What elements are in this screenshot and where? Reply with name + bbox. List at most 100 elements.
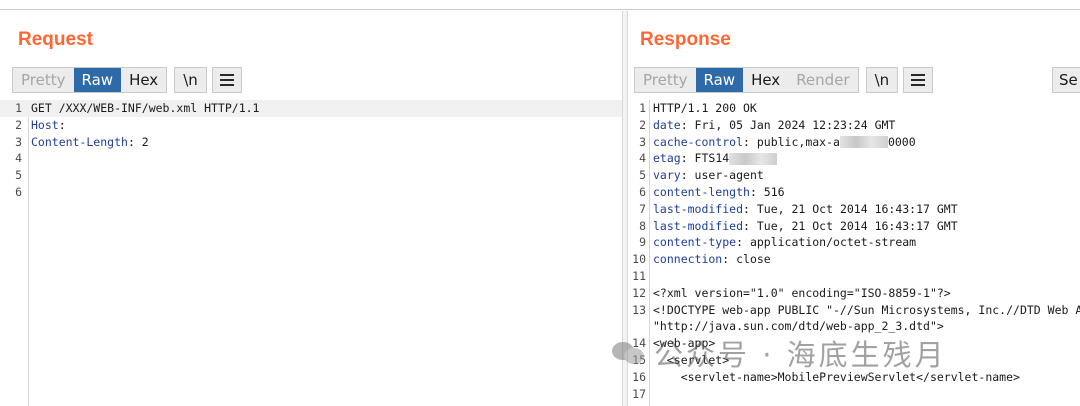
response-side-button[interactable]: Se: [1052, 67, 1080, 93]
header-name: last-modified: [653, 218, 744, 233]
line-number: 6: [15, 184, 22, 199]
request-panel: Request Pretty Raw Hex \n 1 GET /XXX/WEB-…: [0, 11, 622, 406]
header-name: cache-control: [653, 134, 744, 149]
code-line: 4 etag: FTS14: [628, 150, 1080, 167]
response-newline-button[interactable]: \n: [865, 67, 899, 93]
response-pretty-button[interactable]: Pretty: [635, 68, 696, 92]
line-content: content-type: application/octet-stream: [653, 234, 916, 251]
top-bar: [0, 0, 1080, 10]
redacted-region: [729, 152, 778, 165]
code-line: 5 vary: user-agent: [628, 167, 1080, 184]
line-number: 3: [639, 134, 646, 149]
code-line: 2 Host:: [0, 117, 622, 134]
header-name: content-length: [653, 184, 750, 199]
code-line: 3 cache-control: public,max-a 0000: [628, 134, 1080, 151]
response-render-button[interactable]: Render: [788, 68, 857, 92]
line-content: last-modified: Tue, 21 Oct 2014 16:43:17…: [653, 218, 958, 235]
redacted-region: [839, 136, 888, 149]
request-menu-icon[interactable]: [211, 67, 242, 93]
header-name: Host: [31, 117, 59, 132]
wechat-icon: [612, 338, 648, 368]
header-name: vary: [653, 168, 681, 183]
code-line: 13 <!DOCTYPE web-app PUBLIC "-//Sun Micro…: [628, 302, 1080, 319]
header-name: connection: [653, 252, 723, 267]
header-value: : user-agent: [680, 168, 764, 183]
header-value: : close: [722, 252, 771, 267]
code-line: 5: [0, 167, 622, 184]
line-number: 2: [639, 117, 646, 132]
header-value: : application/octet-stream: [736, 235, 917, 250]
header-name: last-modified: [653, 201, 744, 216]
request-raw-button[interactable]: Raw: [73, 68, 122, 92]
watermark: 公众号 · 海底生残月: [612, 330, 1052, 376]
request-newline-button[interactable]: \n: [174, 67, 207, 93]
header-name: etag: [653, 151, 681, 166]
code-line: 2 date: Fri, 05 Jan 2024 12:23:24 GMT: [628, 117, 1080, 134]
code-line: 12 <?xml version="1.0" encoding="ISO-8859…: [628, 285, 1080, 302]
header-value: <?xml version="1.0" encoding="ISO-8859-1…: [653, 285, 951, 300]
line-number: 6: [639, 184, 646, 199]
code-line: 8 last-modified: Tue, 21 Oct 2014 16:43:1…: [628, 218, 1080, 235]
header-value: HTTP/1.1 200 OK: [653, 101, 757, 115]
code-line: 7 last-modified: Tue, 21 Oct 2014 16:43:1…: [628, 201, 1080, 218]
code-line: 3 Content-Length: 2: [0, 134, 622, 151]
header-value: : Fri, 05 Jan 2024 12:23:24 GMT: [680, 117, 896, 132]
line-content: Host:: [31, 117, 66, 134]
code-line: 6 content-length: 516: [628, 184, 1080, 201]
line-content: cache-control: public,max-a 0000: [653, 134, 916, 151]
line-number: 5: [639, 168, 646, 183]
response-hex-button[interactable]: Hex: [743, 68, 788, 92]
line-number: 17: [632, 386, 646, 401]
header-value: <!DOCTYPE web-app PUBLIC "-//Sun Microsy…: [653, 302, 1080, 317]
code-line: 9 content-type: application/octet-stream: [628, 234, 1080, 251]
header-value: :: [58, 117, 66, 132]
response-view-toggle: Pretty Raw Hex Render: [634, 67, 859, 93]
line-content: vary: user-agent: [653, 167, 764, 184]
request-title: Request: [18, 29, 93, 50]
line-content: connection: close: [653, 251, 771, 268]
line-number: 5: [15, 168, 22, 183]
request-editor[interactable]: 1 GET /XXX/WEB-INF/web.xml HTTP/1.1 2 Host:…: [0, 100, 622, 406]
line-content: GET /XXX/WEB-INF/web.xml HTTP/1.1: [31, 100, 259, 117]
line-number: 7: [639, 201, 646, 216]
request-view-toggle: Pretty Raw Hex: [12, 67, 168, 93]
header-value: GET /XXX/WEB-INF/web.xml HTTP/1.1: [31, 101, 260, 115]
line-number: 11: [632, 268, 646, 283]
line-number: 4: [15, 151, 22, 166]
header-value: : public,max-a: [743, 134, 840, 149]
line-number: 1: [639, 101, 646, 115]
line-number: 10: [632, 252, 646, 267]
response-raw-button[interactable]: Raw: [695, 68, 744, 92]
code-line: 17: [628, 386, 1080, 403]
request-pretty-button[interactable]: Pretty: [13, 68, 74, 92]
response-toolbar: Pretty Raw Hex Render \n: [634, 67, 934, 93]
line-content: <?xml version="1.0" encoding="ISO-8859-1…: [653, 285, 951, 302]
request-toolbar: Pretty Raw Hex \n: [12, 67, 242, 93]
line-number: 2: [15, 117, 22, 132]
response-menu-icon[interactable]: [903, 67, 934, 93]
header-value: : Tue, 21 Oct 2014 16:43:17 GMT: [743, 201, 958, 216]
line-number: 9: [639, 235, 646, 250]
response-title: Response: [640, 29, 731, 50]
line-number: 12: [632, 285, 646, 300]
header-value-tail: 0000: [887, 134, 916, 149]
header-value: : FTS14: [680, 151, 730, 166]
line-content: etag: FTS14: [653, 150, 778, 167]
line-number: 3: [15, 134, 22, 149]
line-content: date: Fri, 05 Jan 2024 12:23:24 GMT: [653, 117, 895, 134]
request-hex-button[interactable]: Hex: [121, 68, 166, 92]
line-content: <!DOCTYPE web-app PUBLIC "-//Sun Microsy…: [653, 302, 1080, 319]
line-content: last-modified: Tue, 21 Oct 2014 16:43:17…: [653, 201, 958, 218]
header-name: date: [653, 117, 681, 132]
code-line: 1 GET /XXX/WEB-INF/web.xml HTTP/1.1: [0, 100, 622, 117]
line-number: 1: [15, 101, 22, 115]
line-content: Content-Length: 2: [31, 134, 149, 151]
code-line: 10 connection: close: [628, 251, 1080, 268]
code-line: 6: [0, 184, 622, 201]
code-line: 4: [0, 150, 622, 167]
header-value: : 516: [749, 184, 785, 199]
code-line: 1 HTTP/1.1 200 OK: [628, 100, 1080, 117]
line-number: 4: [639, 151, 646, 166]
header-value: : Tue, 21 Oct 2014 16:43:17 GMT: [743, 218, 958, 233]
watermark-text: 公众号 · 海底生残月: [654, 338, 947, 372]
